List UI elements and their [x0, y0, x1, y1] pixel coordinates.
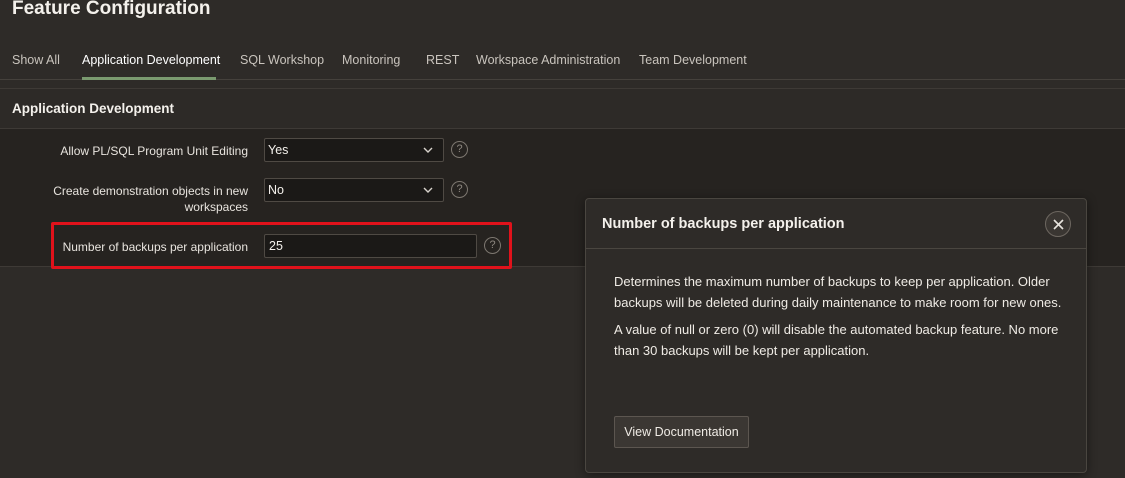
demo-objects-label: Create demonstration objects in new work… [28, 183, 248, 215]
feature-configuration-page: Feature Configuration Show All Applicati… [0, 0, 1125, 478]
region-title: Application Development [12, 101, 175, 116]
close-button[interactable] [1045, 211, 1071, 237]
view-documentation-button[interactable]: View Documentation [614, 416, 749, 448]
tab-team-development[interactable]: Team Development [639, 53, 747, 67]
popup-body: Determines the maximum number of backups… [614, 272, 1064, 368]
page-title: Feature Configuration [12, 0, 211, 19]
popup-paragraph: A value of null or zero (0) will disable… [614, 322, 1059, 358]
tab-application-development[interactable]: Application Development [82, 53, 220, 67]
tab-sql-workshop[interactable]: SQL Workshop [240, 53, 324, 67]
demo-objects-label-line1: Create demonstration objects in new [53, 184, 248, 198]
region-header: Application Development [0, 89, 1125, 129]
demo-objects-value: No [268, 183, 284, 197]
chevron-down-icon [423, 187, 433, 193]
help-circle-icon[interactable]: ? [451, 181, 468, 198]
tab-rest[interactable]: REST [426, 53, 459, 67]
demo-objects-select[interactable]: No [264, 178, 444, 202]
tab-workspace-administration[interactable]: Workspace Administration [476, 53, 620, 67]
popup-header: Number of backups per application [586, 199, 1086, 249]
chevron-down-icon [423, 147, 433, 153]
active-tab-indicator [82, 77, 216, 80]
tab-bar: Show All Application Development SQL Wor… [0, 44, 1125, 80]
popup-paragraph: Determines the maximum number of backups… [614, 274, 1062, 310]
tab-show-all[interactable]: Show All [12, 53, 60, 67]
highlight-box [51, 222, 512, 269]
tab-monitoring[interactable]: Monitoring [342, 53, 400, 67]
popup-title: Number of backups per application [602, 216, 845, 232]
demo-objects-label-line2: workspaces [184, 200, 248, 214]
close-icon [1053, 219, 1064, 230]
plsql-editing-label: Allow PL/SQL Program Unit Editing [60, 144, 248, 158]
help-popup: Number of backups per application Determ… [585, 198, 1087, 473]
plsql-editing-value: Yes [268, 143, 289, 157]
help-circle-icon[interactable]: ? [451, 141, 468, 158]
plsql-editing-select[interactable]: Yes [264, 138, 444, 162]
